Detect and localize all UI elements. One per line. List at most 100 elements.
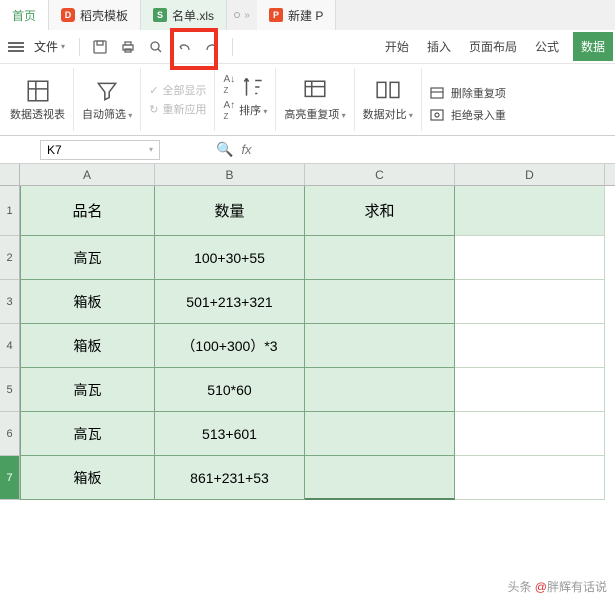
- row-header[interactable]: 6: [0, 412, 20, 456]
- row-header[interactable]: 3: [0, 280, 20, 324]
- cell[interactable]: 高瓦: [20, 412, 155, 456]
- sort-desc-button[interactable]: A↑Z: [223, 100, 235, 122]
- show-all-button[interactable]: ✓全部显示: [149, 82, 206, 98]
- tab-overflow[interactable]: »: [227, 0, 257, 30]
- cell[interactable]: [305, 456, 455, 500]
- cell[interactable]: 861+231+53: [155, 456, 305, 500]
- rows: 1 品名 数量 求和 2 高瓦 100+30+55 3 箱板 501+213+3…: [0, 186, 615, 500]
- spreadsheet-icon: S: [153, 8, 167, 22]
- cell[interactable]: [455, 236, 605, 280]
- cell[interactable]: 数量: [155, 186, 305, 236]
- tab-daoke[interactable]: D 稻壳模板: [49, 0, 141, 30]
- document-tabs: 首页 D 稻壳模板 S 名单.xls » P 新建 P: [0, 0, 615, 30]
- cell[interactable]: 高瓦: [20, 236, 155, 280]
- autofilter-button[interactable]: 自动筛选: [74, 68, 141, 131]
- tab-home[interactable]: 首页: [0, 0, 49, 30]
- tab-file[interactable]: S 名单.xls: [141, 0, 227, 30]
- sort-button[interactable]: 排序: [239, 102, 267, 118]
- table-row: 5 高瓦 510*60: [0, 368, 615, 412]
- col-header-A[interactable]: A: [20, 164, 155, 185]
- cell[interactable]: [455, 280, 605, 324]
- table-row: 3 箱板 501+213+321: [0, 280, 615, 324]
- table-row: 7 箱板 861+231+53: [0, 456, 615, 500]
- highlight-dup-button[interactable]: 高亮重复项: [276, 68, 354, 131]
- tab-new-label: 新建 P: [288, 7, 323, 24]
- column-headers: A B C D: [0, 164, 615, 186]
- menu-icon[interactable]: [8, 39, 24, 55]
- row-header[interactable]: 1: [0, 186, 20, 236]
- delete-dup-button[interactable]: 删除重复项: [430, 85, 506, 101]
- ribbon: 数据透视表 自动筛选 ✓全部显示 ↻重新应用 A↓Z A↑Z 排序 高亮重复项 …: [0, 64, 615, 136]
- tab-daoke-label: 稻壳模板: [80, 7, 128, 24]
- table-row: 2 高瓦 100+30+55: [0, 236, 615, 280]
- col-header-B[interactable]: B: [155, 164, 305, 185]
- ribbon-tab-formula[interactable]: 公式: [535, 38, 559, 55]
- ribbon-tab-insert[interactable]: 插入: [427, 38, 451, 55]
- cell[interactable]: 品名: [20, 186, 155, 236]
- cell[interactable]: 求和: [305, 186, 455, 236]
- name-box[interactable]: K7: [40, 140, 160, 160]
- undo-icon[interactable]: [172, 35, 196, 59]
- cell[interactable]: 箱板: [20, 280, 155, 324]
- row-header[interactable]: 7: [0, 456, 20, 500]
- save-icon[interactable]: [88, 35, 112, 59]
- cell[interactable]: [455, 186, 605, 236]
- ribbon-tabs: 开始 插入 页面布局 公式 数据: [385, 38, 615, 55]
- row-header[interactable]: 5: [0, 368, 20, 412]
- pivot-icon: [25, 78, 51, 104]
- cell[interactable]: 箱板: [20, 324, 155, 368]
- cell[interactable]: [455, 412, 605, 456]
- filter-icon: [94, 78, 120, 104]
- row-header[interactable]: 4: [0, 324, 20, 368]
- reject-input-button[interactable]: 拒绝录入重: [430, 107, 506, 123]
- tab-file-label: 名单.xls: [172, 7, 214, 24]
- cell[interactable]: 501+213+321: [155, 280, 305, 324]
- col-header-D[interactable]: D: [455, 164, 605, 185]
- quick-toolbar: 文件 开始 插入 页面布局 公式 数据: [0, 30, 615, 64]
- col-header-C[interactable]: C: [305, 164, 455, 185]
- delete-dup-icon: [430, 86, 446, 100]
- fx-label[interactable]: fx: [241, 142, 251, 157]
- cell[interactable]: 510*60: [155, 368, 305, 412]
- zoom-icon[interactable]: 🔍: [216, 141, 233, 158]
- cell[interactable]: [455, 456, 605, 500]
- cell[interactable]: [455, 324, 605, 368]
- reapply-icon: ↻: [149, 103, 158, 116]
- cell[interactable]: 高瓦: [20, 368, 155, 412]
- watermark: 头条 @胖辉有话说: [507, 578, 607, 595]
- spreadsheet: A B C D 1 品名 数量 求和 2 高瓦 100+30+55 3 箱板 5…: [0, 164, 615, 500]
- table-row: 1 品名 数量 求和: [0, 186, 615, 236]
- cell[interactable]: 箱板: [20, 456, 155, 500]
- select-all-corner[interactable]: [0, 164, 20, 185]
- cell[interactable]: [455, 368, 605, 412]
- cell[interactable]: 513+601: [155, 412, 305, 456]
- cell[interactable]: [305, 368, 455, 412]
- row-header[interactable]: 2: [0, 236, 20, 280]
- daoke-icon: D: [61, 8, 75, 22]
- cell[interactable]: [305, 412, 455, 456]
- cell[interactable]: 100+30+55: [155, 236, 305, 280]
- reapply-button[interactable]: ↻重新应用: [149, 101, 206, 117]
- sort-group: A↓Z A↑Z 排序: [215, 68, 276, 131]
- cell[interactable]: [305, 236, 455, 280]
- tab-new[interactable]: P 新建 P: [257, 0, 336, 30]
- table-row: 6 高瓦 513+601: [0, 412, 615, 456]
- pivot-table-button[interactable]: 数据透视表: [2, 68, 74, 131]
- print-preview-icon[interactable]: [144, 35, 168, 59]
- show-all-icon: ✓: [149, 84, 158, 97]
- data-compare-button[interactable]: 数据对比: [355, 68, 422, 131]
- sort-asc-button[interactable]: A↓Z: [223, 74, 235, 96]
- filter-options: ✓全部显示 ↻重新应用: [141, 68, 215, 131]
- table-row: 4 箱板 （100+300）*3: [0, 324, 615, 368]
- compare-icon: [375, 78, 401, 104]
- ribbon-tab-start[interactable]: 开始: [385, 38, 409, 55]
- file-menu[interactable]: 文件: [28, 38, 71, 55]
- redo-icon[interactable]: [200, 35, 224, 59]
- cell[interactable]: [305, 324, 455, 368]
- cell[interactable]: [305, 280, 455, 324]
- ribbon-tab-layout[interactable]: 页面布局: [469, 38, 517, 55]
- cell[interactable]: （100+300）*3: [155, 324, 305, 368]
- print-icon[interactable]: [116, 35, 140, 59]
- ribbon-tab-data[interactable]: 数据: [573, 32, 613, 61]
- presentation-icon: P: [269, 8, 283, 22]
